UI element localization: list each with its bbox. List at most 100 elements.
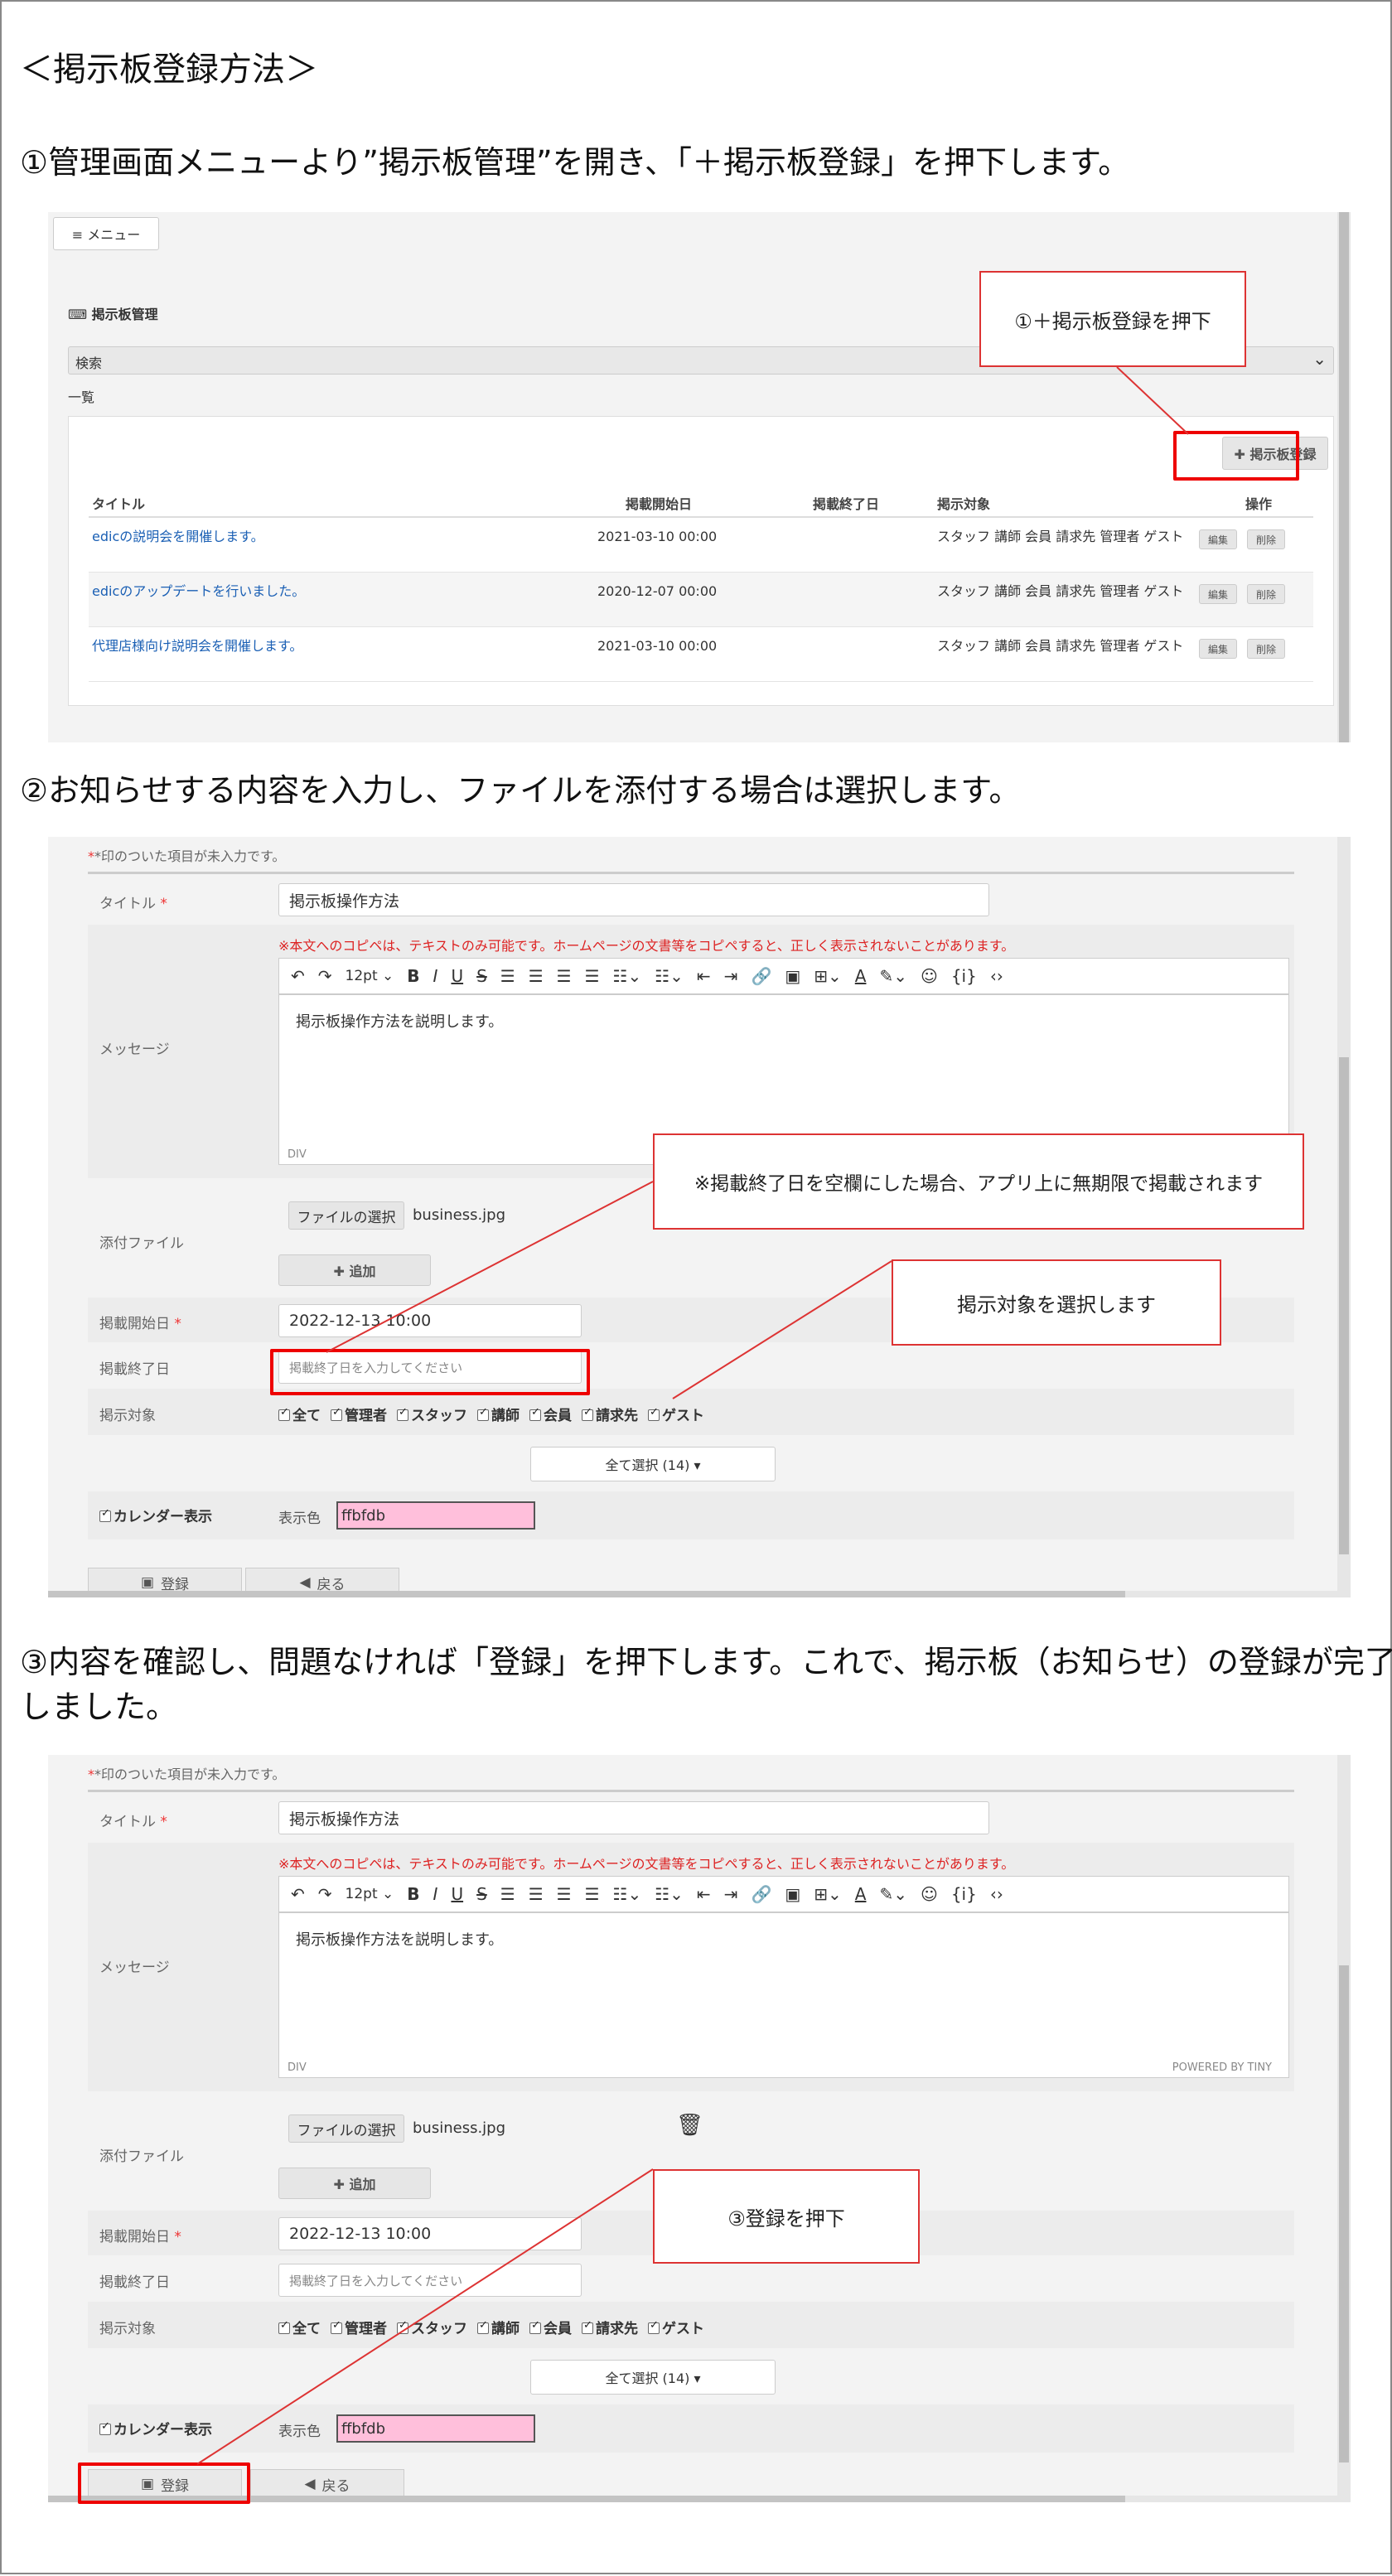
underline-icon[interactable]: U	[451, 966, 463, 986]
table-icon[interactable]: ⊞⌄	[814, 966, 842, 986]
code-icon[interactable]: ‹›	[990, 1884, 1003, 1904]
template-icon[interactable]: {i}	[951, 966, 977, 986]
title-input[interactable]: 掲示板操作方法	[278, 883, 989, 916]
color-input[interactable]: ffbfdb	[336, 1501, 535, 1530]
strike-icon[interactable]: S	[476, 966, 487, 986]
color-input[interactable]: ffbfdb	[336, 2414, 535, 2443]
bold-icon[interactable]: B	[407, 966, 419, 986]
scrollbar[interactable]	[1337, 212, 1351, 742]
image-icon[interactable]: ▣	[785, 1884, 800, 1904]
row-title-link[interactable]: edicのアップデートを行いました。	[92, 582, 305, 601]
underline-icon[interactable]: U	[451, 1884, 463, 1904]
start-date-input[interactable]: 2022-12-13 10:00	[278, 2217, 582, 2250]
bold-icon[interactable]: B	[407, 1884, 419, 1904]
highlight-icon[interactable]: ✎⌄	[879, 1884, 907, 1904]
strike-icon[interactable]: S	[476, 1884, 487, 1904]
table-icon[interactable]: ⊞⌄	[814, 1884, 842, 1904]
target-all-checkbox[interactable]: 全て	[278, 1404, 321, 1424]
file-select-button[interactable]: ファイルの選択	[288, 1201, 404, 1230]
callout-step3: ③登録を押下	[653, 2169, 920, 2264]
undo-icon[interactable]: ↶	[291, 966, 305, 986]
target-staff-checkbox[interactable]: スタッフ	[397, 2317, 467, 2337]
col-start: 掲載開始日	[626, 496, 693, 512]
back-button[interactable]: ◀ 戻る	[250, 2469, 404, 2499]
target-row: 掲示対象 全て 管理者 スタッフ 講師 会員 請求先 ゲスト	[88, 1389, 1294, 1435]
target-member-checkbox[interactable]: 会員	[529, 2317, 572, 2337]
link-icon[interactable]: 🔗	[751, 1884, 771, 1904]
align-left-icon[interactable]: ☰	[500, 1884, 515, 1904]
title-input[interactable]: 掲示板操作方法	[278, 1801, 989, 1834]
list-panel: ✚ 掲示板登録 タイトル 掲載開始日 掲載終了日 掲示対象 操作 edicの説明…	[68, 416, 1334, 706]
scrollbar[interactable]	[1337, 1755, 1351, 2502]
font-size-select[interactable]: 12pt ⌄	[346, 1886, 394, 1902]
trash-icon[interactable]: 🗑	[676, 2113, 703, 2138]
message-editor[interactable]: 掲示板操作方法を説明します。 DIV POWERED BY TINY	[278, 1912, 1289, 2078]
target-admin-checkbox[interactable]: 管理者	[331, 1404, 387, 1424]
indent-icon[interactable]: ⇥	[724, 966, 738, 986]
edit-button[interactable]: 編集	[1199, 639, 1237, 659]
bullet-list-icon[interactable]: ☷⌄	[613, 966, 642, 986]
file-select-button[interactable]: ファイルの選択	[288, 2114, 404, 2143]
align-center-icon[interactable]: ☰	[529, 966, 544, 986]
calendar-checkbox[interactable]: カレンダー表示	[99, 2418, 212, 2438]
target-billing-checkbox[interactable]: 請求先	[582, 1404, 638, 1424]
bullet-list-icon[interactable]: ☷⌄	[613, 1884, 642, 1904]
target-billing-checkbox[interactable]: 請求先	[582, 2317, 638, 2337]
step3-text-line2: しました。	[20, 1689, 178, 1725]
number-list-icon[interactable]: ☷⌄	[655, 966, 684, 986]
outdent-icon[interactable]: ⇤	[697, 1884, 711, 1904]
italic-icon[interactable]: I	[433, 1884, 438, 1904]
redo-icon[interactable]: ↷	[318, 966, 332, 986]
target-admin-checkbox[interactable]: 管理者	[331, 2317, 387, 2337]
step1-text: ①管理画面メニューより”掲示板管理”を開き、「＋掲示板登録」を押下します。	[20, 144, 1130, 181]
delete-button[interactable]: 削除	[1247, 529, 1285, 549]
calendar-checkbox[interactable]: カレンダー表示	[99, 1505, 212, 1525]
scrollbar[interactable]	[1337, 837, 1351, 1597]
justify-icon[interactable]: ☰	[585, 1884, 600, 1904]
number-list-icon[interactable]: ☷⌄	[655, 1884, 684, 1904]
target-teacher-checkbox[interactable]: 講師	[477, 2317, 520, 2337]
row-title-link[interactable]: 代理店様向け説明会を開催します。	[92, 637, 302, 655]
justify-icon[interactable]: ☰	[585, 966, 600, 986]
align-right-icon[interactable]: ☰	[557, 1884, 572, 1904]
target-teacher-checkbox[interactable]: 講師	[477, 1404, 520, 1424]
emoji-icon[interactable]: ☺	[921, 966, 938, 986]
row-title-link[interactable]: edicの説明会を開催します。	[92, 528, 264, 546]
menu-button[interactable]: ≡ メニュー	[53, 217, 159, 250]
indent-icon[interactable]: ⇥	[724, 1884, 738, 1904]
redo-icon[interactable]: ↷	[318, 1884, 332, 1904]
text-color-icon[interactable]: A	[855, 1884, 867, 1904]
delete-button[interactable]: 削除	[1247, 639, 1285, 659]
target-guest-checkbox[interactable]: ゲスト	[648, 2317, 704, 2337]
undo-icon[interactable]: ↶	[291, 1884, 305, 1904]
col-title: タイトル	[92, 496, 146, 512]
image-icon[interactable]: ▣	[785, 966, 800, 986]
align-center-icon[interactable]: ☰	[529, 1884, 544, 1904]
start-date-input[interactable]: 2022-12-13 10:00	[278, 1304, 582, 1337]
edit-button[interactable]: 編集	[1199, 529, 1237, 549]
target-guest-checkbox[interactable]: ゲスト	[648, 1404, 704, 1424]
screenshot-form-confirm: **印のついた項目が未入力です。 タイトル * 掲示板操作方法 メッセージ ※本…	[48, 1755, 1351, 2502]
target-all-checkbox[interactable]: 全て	[278, 2317, 321, 2337]
edit-button[interactable]: 編集	[1199, 584, 1237, 604]
target-staff-checkbox[interactable]: スタッフ	[397, 1404, 467, 1424]
add-file-button[interactable]: ✚ 追加	[278, 1254, 431, 1286]
highlight-icon[interactable]: ✎⌄	[879, 966, 907, 986]
delete-button[interactable]: 削除	[1247, 584, 1285, 604]
emoji-icon[interactable]: ☺	[921, 1884, 938, 1904]
template-icon[interactable]: {i}	[951, 1884, 977, 1904]
italic-icon[interactable]: I	[433, 966, 438, 986]
highlight-submit-button	[78, 2462, 250, 2504]
align-right-icon[interactable]: ☰	[557, 966, 572, 986]
link-icon[interactable]: 🔗	[751, 966, 771, 986]
target-member-checkbox[interactable]: 会員	[529, 1404, 572, 1424]
select-all-dropdown[interactable]: 全て選択 (14) ▾	[530, 2360, 776, 2395]
code-icon[interactable]: ‹›	[990, 966, 1003, 986]
end-date-input[interactable]: 掲載終了日を入力してください	[278, 2264, 582, 2297]
select-all-dropdown[interactable]: 全て選択 (14) ▾	[530, 1447, 776, 1481]
font-size-select[interactable]: 12pt ⌄	[346, 968, 394, 984]
add-file-button[interactable]: ✚ 追加	[278, 2168, 431, 2199]
outdent-icon[interactable]: ⇤	[697, 966, 711, 986]
align-left-icon[interactable]: ☰	[500, 966, 515, 986]
text-color-icon[interactable]: A	[855, 966, 867, 986]
